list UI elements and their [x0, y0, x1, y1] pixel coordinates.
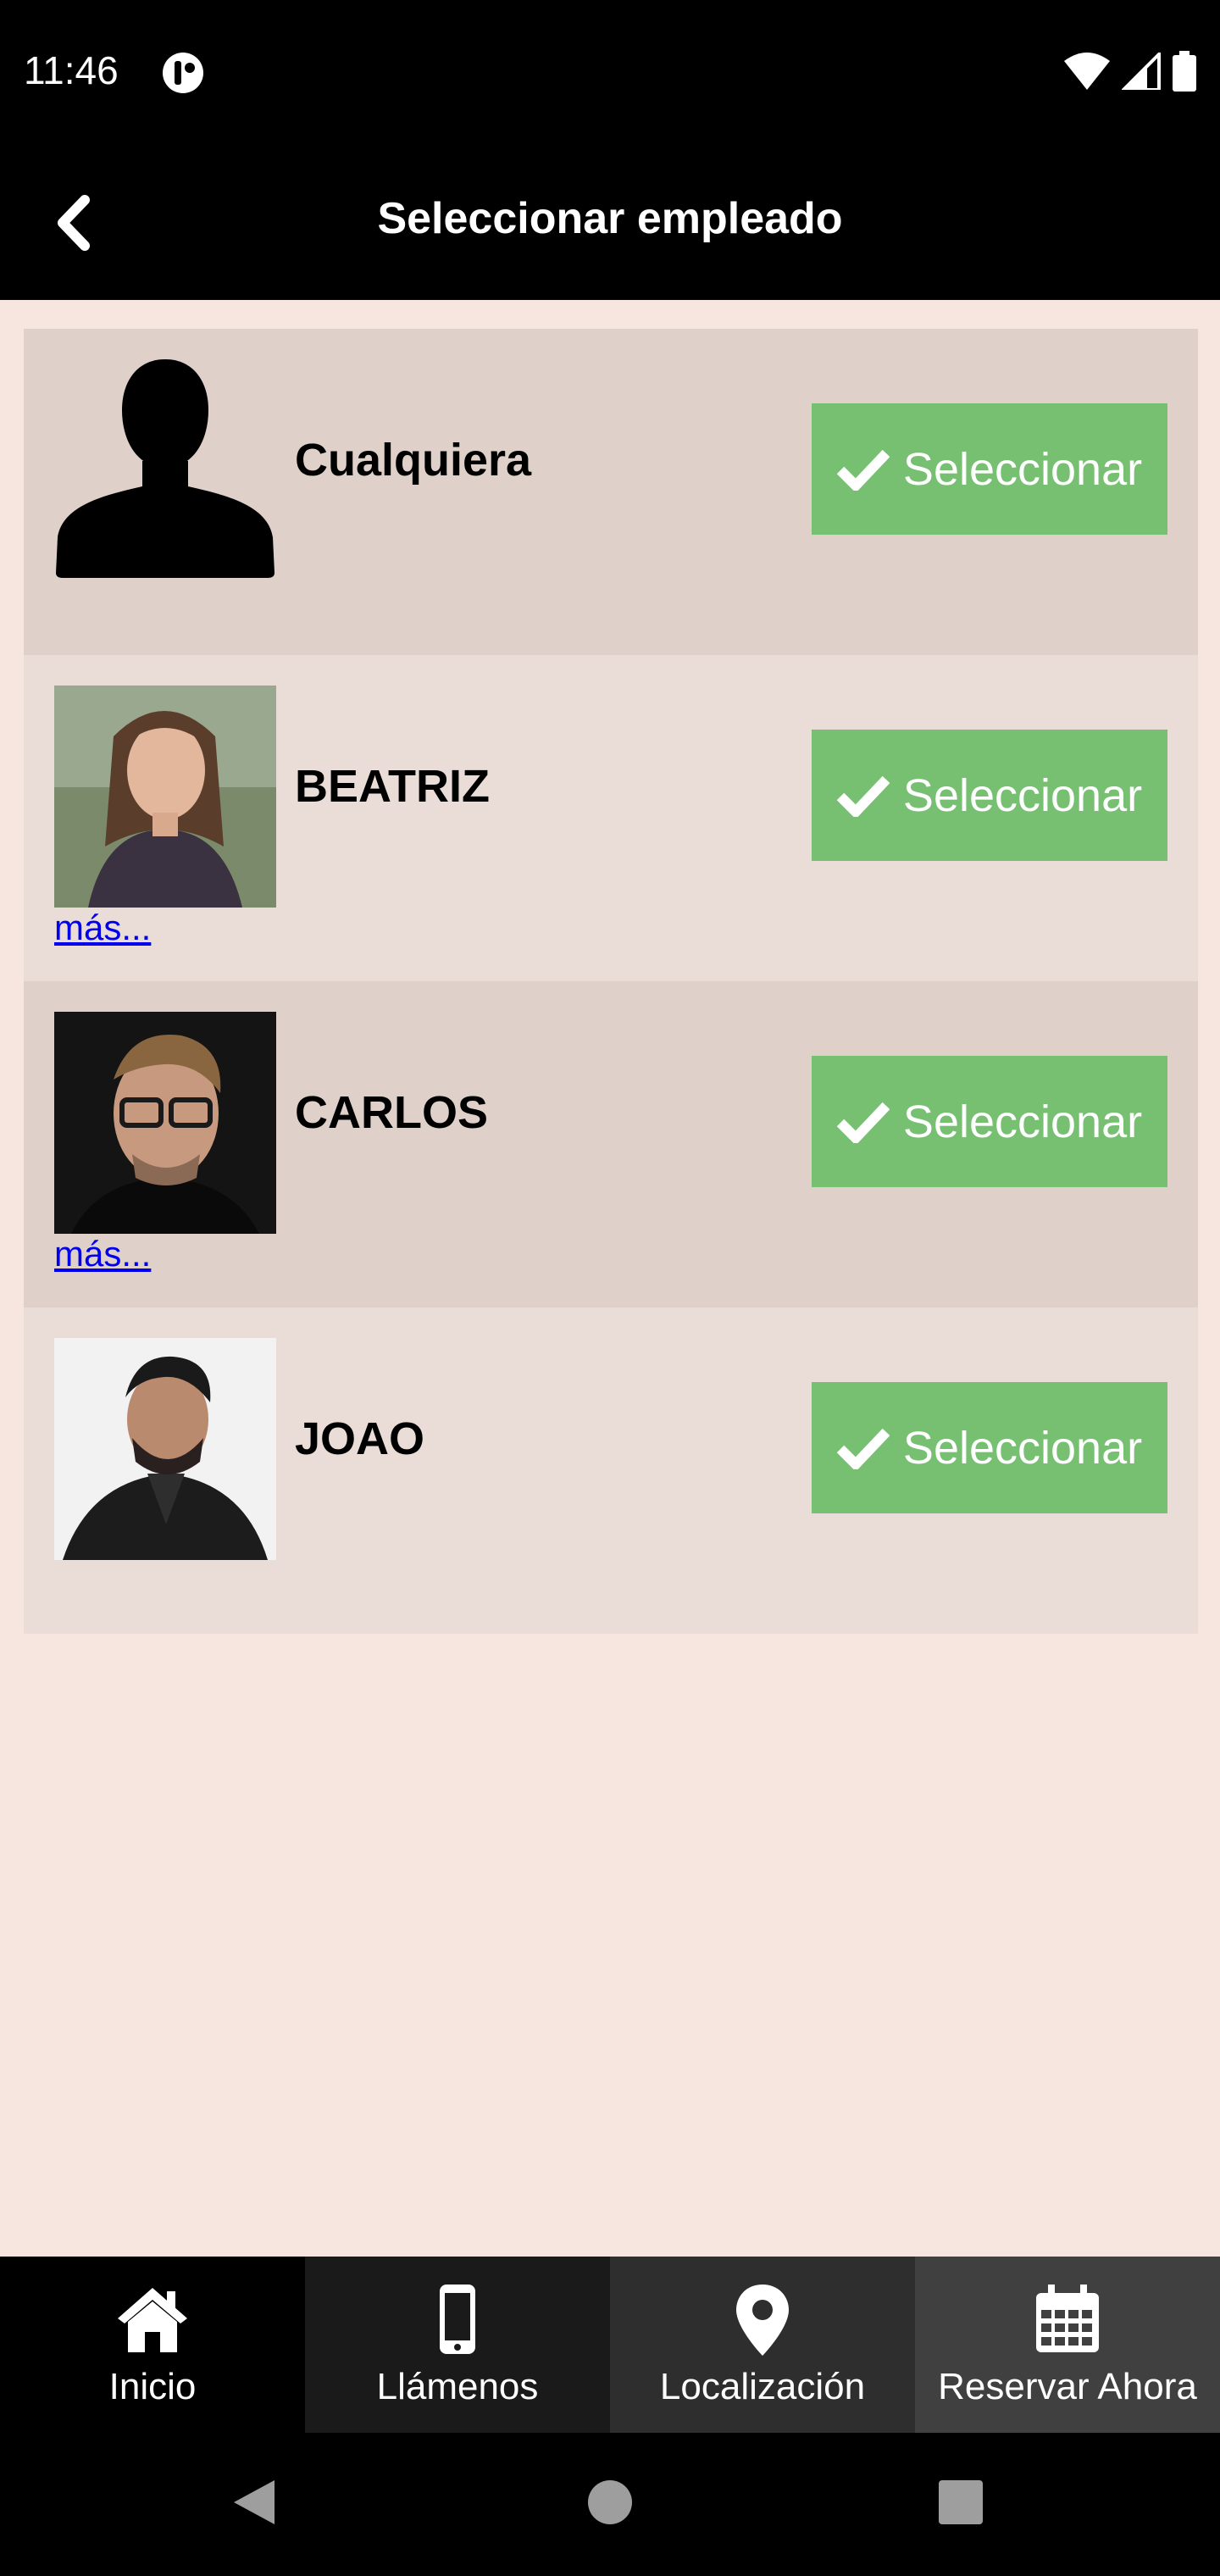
nav-label: Localización	[659, 2366, 866, 2407]
employee-row-joao: JOAO Seleccionar	[24, 1307, 1198, 1634]
system-navigation-bar	[0, 2433, 1220, 2576]
employee-photo-image	[54, 1012, 276, 1234]
checkmark-icon	[836, 1102, 890, 1143]
checkmark-icon	[836, 1428, 890, 1469]
more-info-link[interactable]: más...	[54, 1234, 151, 1274]
nav-item-inicio[interactable]: Inicio	[0, 2257, 305, 2433]
employee-photo	[54, 1012, 276, 1234]
employee-name: BEATRIZ	[295, 761, 490, 812]
employee-photo-placeholder	[54, 359, 276, 581]
employee-photo-image	[54, 1338, 276, 1560]
select-button-label: Seleccionar	[902, 443, 1143, 495]
employee-row-beatriz: BEATRIZ más... Seleccionar	[24, 655, 1198, 981]
checkmark-icon	[836, 775, 890, 817]
select-button[interactable]: Seleccionar	[812, 1056, 1167, 1187]
select-button[interactable]: Seleccionar	[812, 1382, 1167, 1513]
nav-label: Inicio	[108, 2366, 197, 2407]
employee-list: Cualquiera Seleccionar BEATRIZ más... Se…	[24, 329, 1198, 1634]
bottom-navigation: Inicio Llámenos Localización Reservar Ah…	[0, 2257, 1220, 2433]
app-bar: Seleccionar empleado	[0, 146, 1220, 300]
employee-row-any: Cualquiera Seleccionar	[24, 329, 1198, 655]
select-button[interactable]: Seleccionar	[812, 730, 1167, 861]
employee-photo	[54, 1338, 276, 1560]
nav-item-llamenos[interactable]: Llámenos	[305, 2257, 610, 2433]
home-icon	[118, 2288, 187, 2352]
calendar-icon	[1036, 2285, 1099, 2352]
select-button-label: Seleccionar	[902, 1096, 1143, 1147]
employee-photo	[54, 686, 276, 908]
system-back-icon[interactable]	[230, 2477, 278, 2528]
nav-label: Llámenos	[376, 2366, 539, 2407]
nav-label: Reservar Ahora	[938, 2366, 1197, 2407]
employee-name: CARLOS	[295, 1087, 488, 1138]
phone-icon	[440, 2285, 475, 2354]
select-button-label: Seleccionar	[902, 1422, 1143, 1474]
employee-photo-image	[54, 686, 276, 908]
employee-name: Cualquiera	[295, 435, 532, 486]
app-notification-icon	[163, 53, 203, 93]
system-home-icon[interactable]	[586, 2477, 634, 2528]
person-silhouette-icon	[56, 359, 274, 578]
nav-item-localizacion[interactable]: Localización	[610, 2257, 915, 2433]
system-recents-icon[interactable]	[937, 2477, 984, 2528]
cell-signal-icon	[1122, 53, 1161, 90]
status-time: 11:46	[24, 48, 119, 92]
battery-icon	[1173, 51, 1196, 92]
select-button-label: Seleccionar	[902, 769, 1143, 821]
select-button[interactable]: Seleccionar	[812, 403, 1167, 535]
more-info-link[interactable]: más...	[54, 908, 151, 948]
employee-row-carlos: CARLOS más... Seleccionar	[24, 981, 1198, 1307]
location-pin-icon	[736, 2285, 789, 2356]
nav-item-reservar-ahora[interactable]: Reservar Ahora	[915, 2257, 1220, 2433]
status-indicators	[1064, 51, 1196, 92]
checkmark-icon	[836, 449, 890, 491]
page-title: Seleccionar empleado	[377, 194, 843, 243]
wifi-icon	[1064, 53, 1110, 90]
status-bar: 11:46	[0, 0, 1220, 146]
employee-name: JOAO	[295, 1413, 425, 1464]
